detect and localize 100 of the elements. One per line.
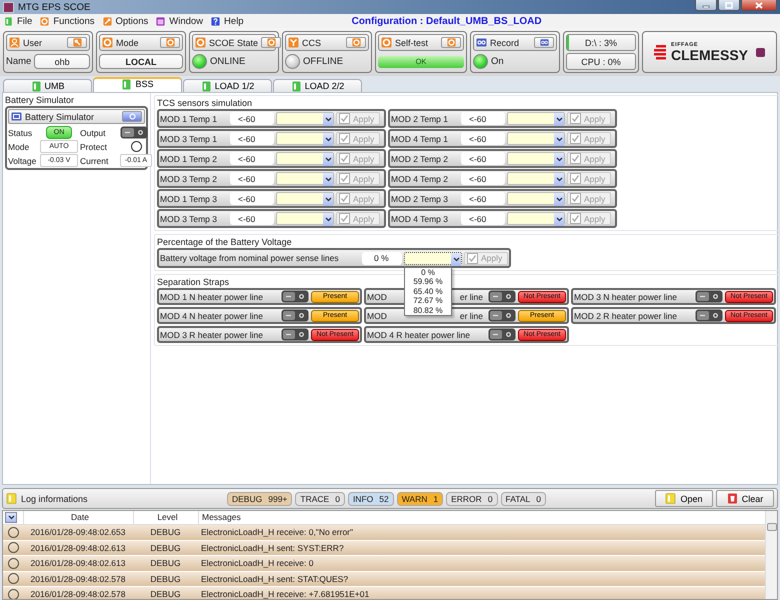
table-cell-text: DEBUG	[149, 589, 182, 599]
chevron-down-icon	[556, 217, 562, 222]
chevron-down-icon	[324, 217, 332, 222]
field-label: Output	[80, 128, 107, 138]
open-button[interactable]: Open	[655, 490, 713, 507]
toggle-switch[interactable]	[281, 309, 309, 322]
strap-label: MOD 3 R heater power line	[160, 330, 263, 340]
group-title: CCS	[302, 38, 322, 48]
table-cell-text: ElectronicLoadH_H sent: STAT:QUES?	[200, 574, 350, 584]
status-ring-icon	[8, 573, 18, 584]
toggle-switch[interactable]	[281, 328, 309, 341]
log-row[interactable]: 2016/01/28-09:48:02.578 DEBUG ElectronicLoadH_H receive: +7.681951E+01	[3, 587, 765, 599]
chevron-down-icon	[556, 117, 562, 122]
table-cell-text: DEBUG	[149, 542, 182, 553]
tab[interactable]: LOAD 2/2	[273, 79, 362, 92]
minimize-button[interactable]	[695, 0, 717, 11]
group-button[interactable]	[346, 37, 366, 48]
status-ring-icon	[8, 526, 18, 538]
strap-label: MOD	[367, 292, 387, 302]
group-button[interactable]	[534, 37, 554, 48]
sensor-label: MOD 1 Temp 1	[160, 114, 218, 124]
gear-icon	[166, 38, 174, 47]
section-title: Separation Straps	[157, 277, 230, 287]
tab[interactable]: BSS	[93, 77, 182, 92]
field-label: Protect	[80, 142, 108, 152]
toggle-switch[interactable]	[281, 290, 309, 303]
chevron-down-icon	[324, 157, 332, 162]
sensor-label: MOD 1 Temp 3	[160, 194, 218, 204]
note-icon	[6, 493, 17, 504]
mode-field: LOCAL	[99, 54, 183, 69]
toggle-switch[interactable]	[120, 126, 148, 139]
group-button[interactable]	[160, 37, 180, 48]
help-icon	[211, 16, 220, 26]
refresh-button[interactable]	[122, 111, 142, 122]
group-button[interactable]	[67, 37, 87, 48]
chevron-down-icon	[556, 197, 562, 202]
clear-button[interactable]: Clear	[716, 490, 774, 507]
status-text: OFFLINE	[303, 56, 344, 67]
sensor-label: MOD 3 Temp 1	[160, 134, 218, 144]
gear-icon	[446, 38, 456, 47]
toggle-switch[interactable]	[488, 309, 516, 322]
section-title: TCS sensors simulation	[157, 98, 252, 108]
cassette-icon	[476, 37, 487, 48]
scrollbar[interactable]	[765, 511, 777, 599]
window-icon	[156, 16, 166, 26]
toggle-switch[interactable]	[488, 290, 516, 303]
close-button[interactable]	[741, 0, 777, 11]
window-title: MTG EPS SCOE	[18, 2, 90, 12]
name-field[interactable]: ohb	[34, 54, 90, 69]
gear-icon	[381, 37, 392, 48]
menu-item[interactable]: Window	[156, 16, 204, 26]
group-title: Self-test	[395, 38, 428, 48]
menu-item[interactable]: Functions	[40, 16, 94, 26]
table-cell-text: ElectronicLoadH_H receive: 0,"No error"	[200, 527, 354, 538]
sensor-label: MOD 2 Temp 1	[391, 114, 450, 124]
field-label: Name	[6, 56, 32, 67]
menu-item[interactable]: File	[4, 16, 32, 26]
log-counter[interactable]: FATAL 0	[500, 492, 546, 506]
menu-item[interactable]: Options	[102, 16, 148, 26]
group-button[interactable]	[261, 37, 282, 48]
log-counter[interactable]: DEBUG 999+	[227, 492, 292, 506]
log-counter[interactable]: ERROR 0	[446, 492, 498, 506]
column-header[interactable]: Date	[23, 511, 133, 524]
log-counter[interactable]: TRACE 0	[295, 492, 345, 506]
log-row[interactable]: 2016/01/28-09:48:02.613 DEBUG ElectronicLoadH_H sent: SYST:ERR?	[3, 540, 765, 556]
chevron-down-icon	[556, 137, 562, 142]
app-icon	[3, 2, 14, 12]
trash-icon	[726, 493, 738, 504]
log-counter[interactable]: INFO 52	[348, 492, 394, 506]
strap-label: MOD 4 N heater power line	[160, 310, 263, 320]
table-cell-text: 2016/01/28-09:48:02.653	[29, 527, 126, 538]
strap-label: MOD	[367, 310, 387, 320]
refresh-icon	[128, 112, 136, 121]
menu-item[interactable]: Help	[211, 16, 244, 26]
maximize-icon	[725, 2, 733, 8]
tab[interactable]: UMB	[3, 79, 92, 92]
column-header[interactable]: Level	[133, 511, 198, 524]
log-row[interactable]: 2016/01/28-09:48:02.613 DEBUG ElectronicLoadH_H receive: 0	[3, 556, 765, 572]
tab[interactable]: LOAD 1/2	[183, 79, 272, 92]
sensor-label: MOD 4 Temp 3	[391, 214, 450, 224]
document-icon	[4, 16, 13, 26]
table-cell-text: ElectronicLoadH_H receive: +7.681951E+01	[200, 589, 370, 599]
table-cell-text: 2016/01/28-09:48:02.578	[29, 589, 126, 599]
group-title: Record	[490, 38, 520, 48]
user-icon	[9, 37, 20, 48]
column-menu-button[interactable]	[5, 512, 17, 523]
toggle-switch[interactable]	[488, 328, 516, 341]
strap-label: er line	[460, 310, 484, 320]
log-counter[interactable]: WARN 1	[396, 492, 444, 506]
log-row[interactable]: 2016/01/28-09:48:02.578 DEBUG ElectronicLoadH_H sent: STAT:QUES?	[3, 572, 765, 587]
toggle-switch[interactable]	[695, 290, 723, 303]
sensor-label: MOD 3 Temp 2	[160, 174, 218, 184]
maximize-button[interactable]	[718, 0, 740, 11]
wrench-icon	[102, 16, 112, 26]
row-label: Battery voltage from nominal power sense lines	[160, 253, 340, 263]
table-cell-text: DEBUG	[149, 527, 182, 538]
log-row[interactable]: 2016/01/28-09:48:02.653 DEBUG ElectronicLoadH_H receive: 0,"No error"	[3, 525, 765, 540]
toggle-switch[interactable]	[695, 309, 723, 322]
group-button[interactable]	[441, 37, 461, 48]
chevron-down-icon	[556, 157, 562, 162]
